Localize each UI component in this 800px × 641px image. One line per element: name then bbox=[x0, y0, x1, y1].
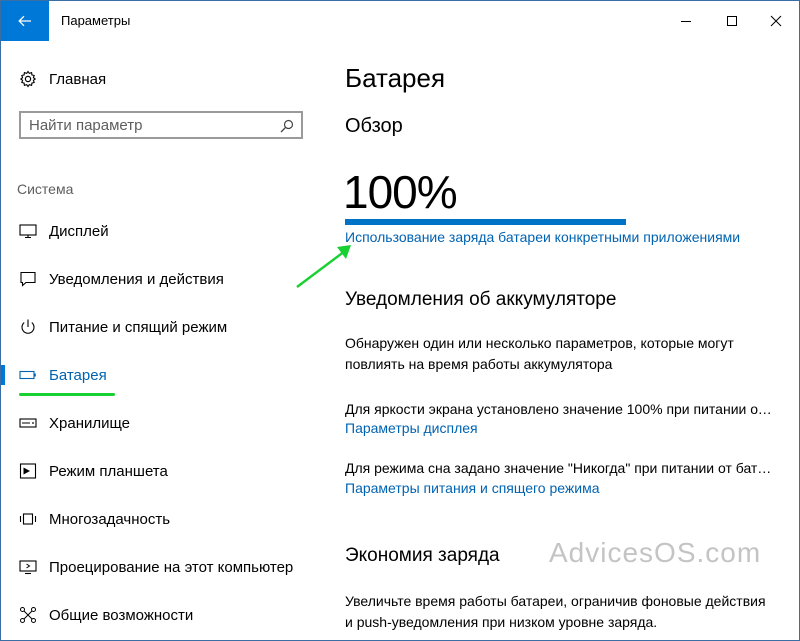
sidebar-item-label: Проецирование на этот компьютер bbox=[49, 558, 294, 576]
sidebar-item-storage[interactable]: Хранилище bbox=[1, 403, 321, 443]
sidebar-item-multitasking[interactable]: Многозадачность bbox=[1, 499, 321, 539]
sidebar: Главная Система Дисплей Уведомления и bbox=[1, 41, 321, 640]
battery-progress-bar bbox=[345, 219, 626, 225]
search-box[interactable] bbox=[19, 111, 303, 139]
sidebar-item-notifications[interactable]: Уведомления и действия bbox=[1, 259, 321, 299]
power-settings-link[interactable]: Параметры питания и спящего режима bbox=[345, 480, 600, 496]
sidebar-item-label: Режим планшета bbox=[49, 462, 168, 480]
sidebar-item-display[interactable]: Дисплей bbox=[1, 211, 321, 251]
notifications-text: Обнаружен один или несколько параметров,… bbox=[345, 335, 734, 372]
battery-usage-link[interactable]: Использование заряда батареи конкретными… bbox=[345, 229, 740, 245]
sidebar-item-label: Общие возможности bbox=[49, 606, 194, 624]
sidebar-item-label: Многозадачность bbox=[49, 510, 171, 528]
projecting-icon bbox=[17, 556, 39, 578]
notifications-heading: Уведомления об аккумуляторе bbox=[345, 289, 617, 310]
home-label: Главная bbox=[49, 70, 107, 88]
sidebar-item-projecting[interactable]: Проецирование на этот компьютер bbox=[1, 547, 321, 587]
settings-window: Параметры Главная Найти параметр Система… bbox=[0, 0, 800, 641]
sidebar-item-power-sleep[interactable]: Питание и спящий режим bbox=[1, 307, 321, 347]
page-title: Батарея bbox=[345, 63, 446, 93]
brightness-text: Для яркости экрана установлено значение … bbox=[345, 401, 775, 417]
battery-saver-heading: Экономия заряда bbox=[345, 545, 500, 566]
watermark: AdvicesOS.com bbox=[549, 537, 762, 568]
notification-icon bbox=[17, 268, 39, 290]
sleep-text: Для режима сна задано значение "Никогда"… bbox=[345, 460, 775, 476]
battery-saver-text: Увеличьте время работы батареи, ограничи… bbox=[345, 593, 766, 630]
storage-icon bbox=[17, 412, 39, 434]
maximize-icon bbox=[727, 16, 737, 26]
sidebar-item-battery[interactable]: Батарея bbox=[1, 355, 321, 395]
close-icon bbox=[770, 15, 782, 27]
minimize-button[interactable] bbox=[663, 1, 709, 41]
maximize-button[interactable] bbox=[709, 1, 755, 41]
battery-percent: 100% bbox=[343, 166, 458, 218]
monitor-icon bbox=[17, 220, 39, 242]
title-bar: Параметры bbox=[1, 1, 799, 41]
display-settings-link[interactable]: Параметры дисплея bbox=[345, 420, 478, 436]
close-button[interactable] bbox=[753, 1, 799, 41]
gear-icon bbox=[17, 68, 39, 90]
search-input[interactable] bbox=[29, 116, 269, 134]
sidebar-item-tablet-mode[interactable]: Режим планшета bbox=[1, 451, 321, 491]
section-label-system: Система bbox=[17, 181, 74, 197]
sidebar-item-label: Дисплей bbox=[49, 222, 109, 240]
window-title: Параметры bbox=[61, 13, 131, 28]
shared-experiences-icon bbox=[17, 604, 39, 626]
sidebar-item-label: Хранилище bbox=[49, 414, 130, 432]
annotation-underline bbox=[19, 393, 115, 396]
sidebar-item-label: Уведомления и действия bbox=[49, 270, 224, 288]
overview-heading: Обзор bbox=[345, 115, 403, 137]
back-button[interactable] bbox=[1, 1, 49, 41]
tablet-mode-icon bbox=[17, 460, 39, 482]
search-icon[interactable] bbox=[279, 118, 295, 134]
sidebar-item-label: Питание и спящий режим bbox=[49, 318, 228, 336]
home-link[interactable]: Главная bbox=[17, 67, 106, 91]
annotation-arrow bbox=[296, 245, 351, 288]
power-icon bbox=[17, 316, 39, 338]
sidebar-item-shared-experiences[interactable]: Общие возможности bbox=[1, 595, 321, 635]
battery-icon bbox=[17, 364, 39, 386]
active-indicator bbox=[1, 365, 5, 385]
sidebar-item-label: Батарея bbox=[49, 366, 107, 384]
back-arrow-icon bbox=[18, 15, 31, 27]
battery-progress-fill bbox=[345, 219, 626, 225]
multitasking-icon bbox=[17, 508, 39, 530]
minimize-icon bbox=[681, 21, 691, 22]
